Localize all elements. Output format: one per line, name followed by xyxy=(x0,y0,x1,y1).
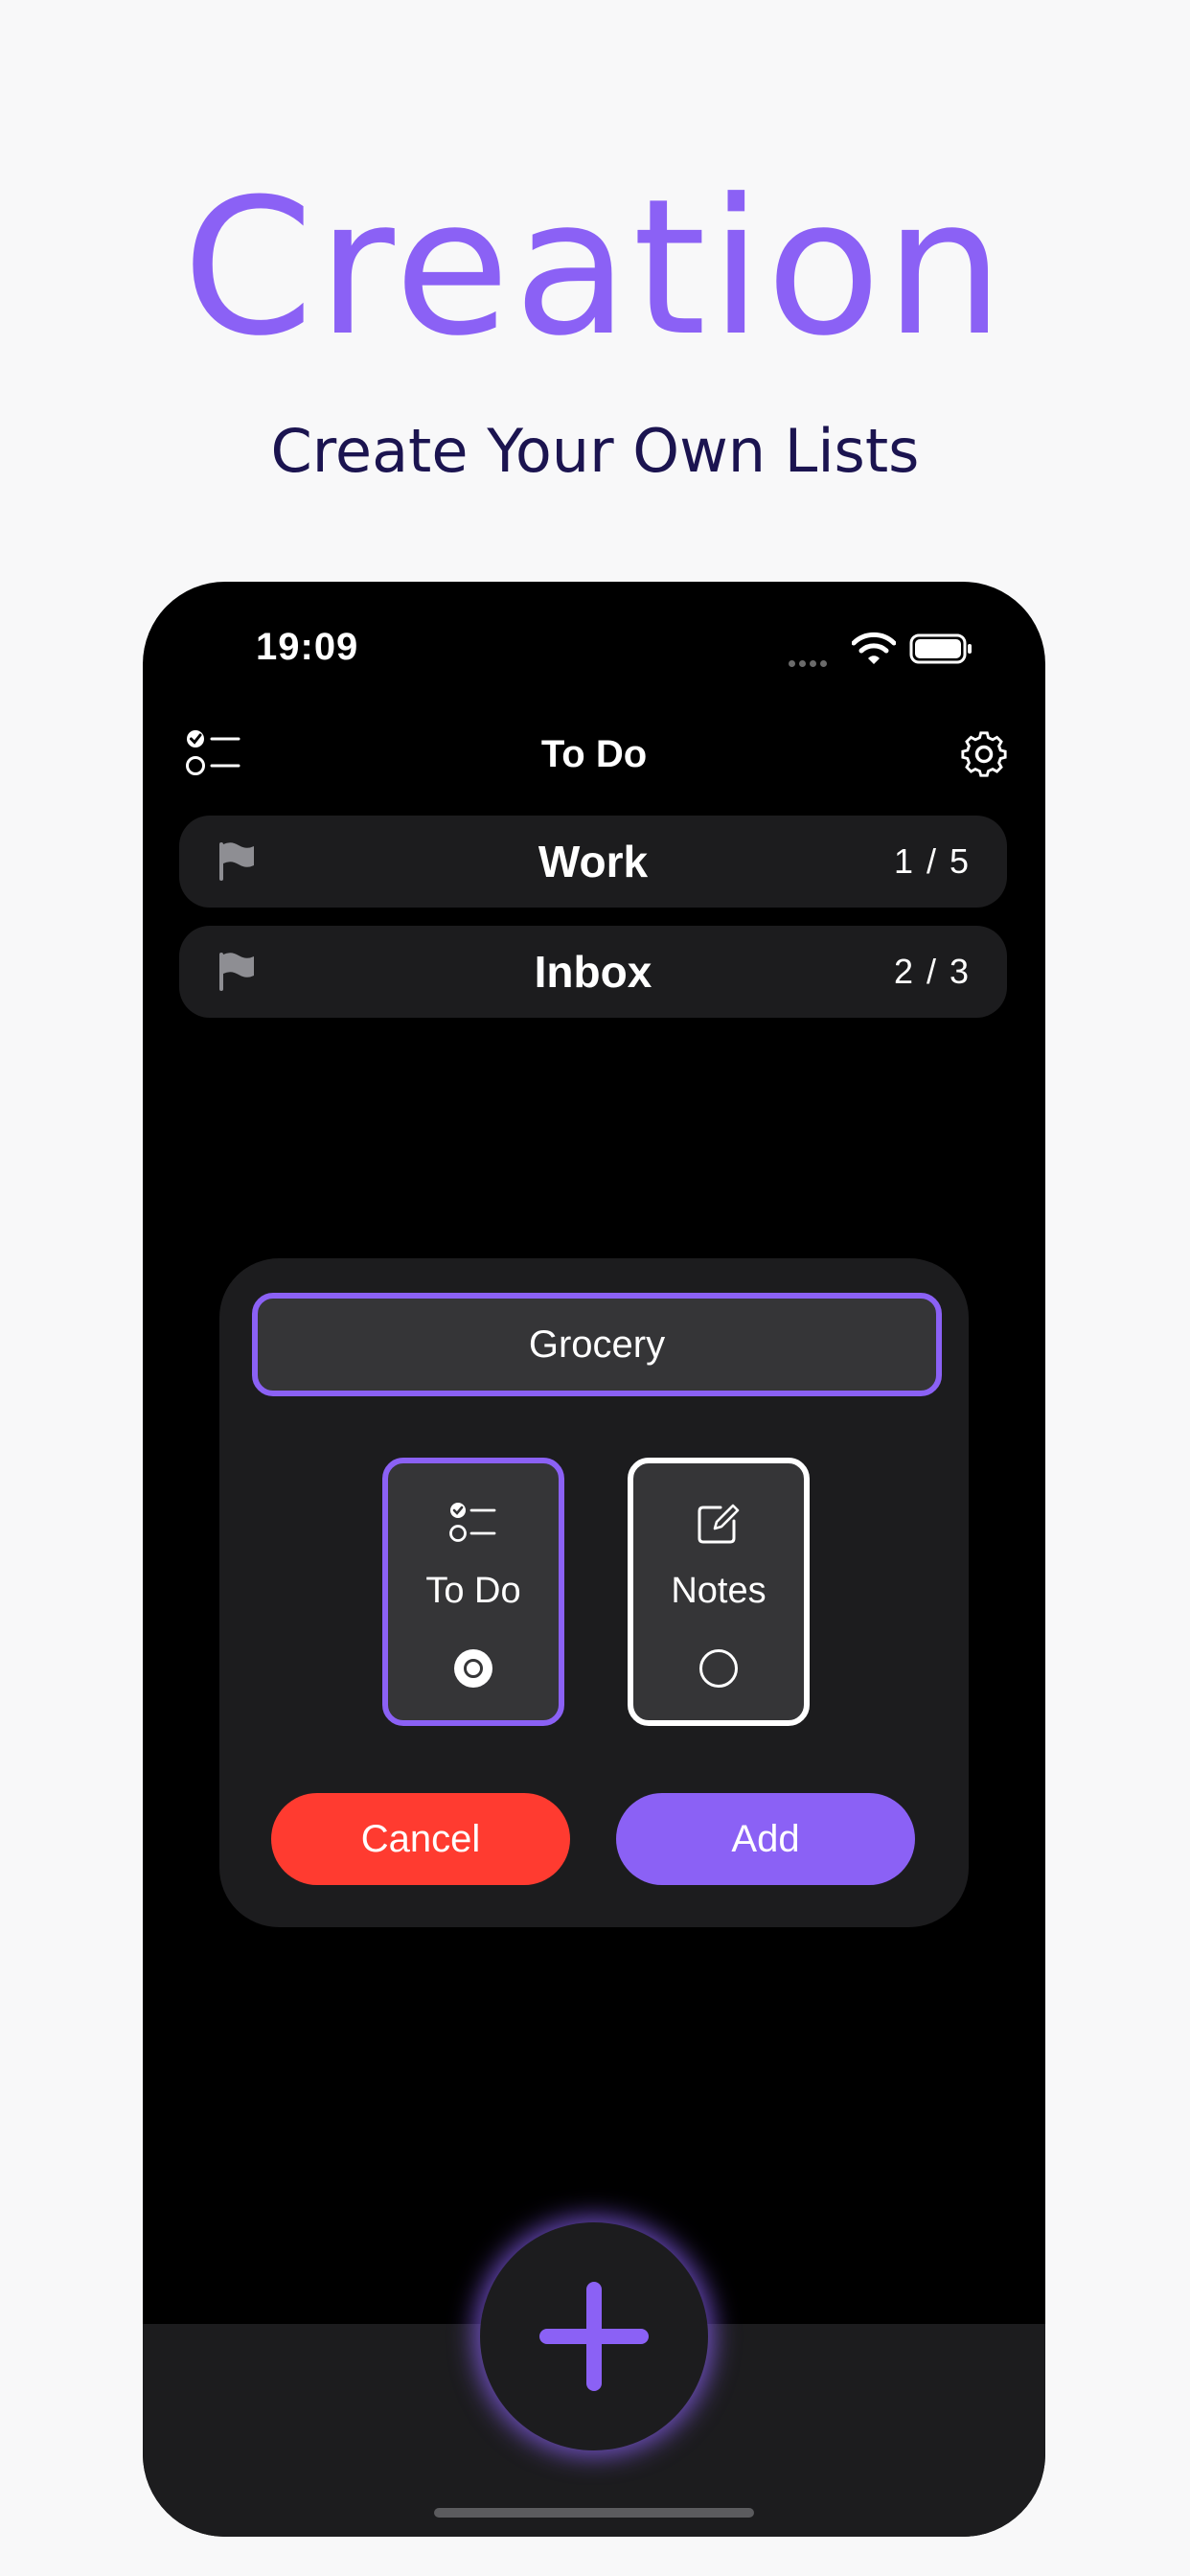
checklist-icon xyxy=(449,1503,496,1542)
home-indicator[interactable] xyxy=(434,2508,754,2518)
promo-subtitle: Create Your Own Lists xyxy=(270,416,920,486)
wifi-icon xyxy=(852,632,896,664)
plus-icon xyxy=(539,2282,649,2391)
type-option-label: To Do xyxy=(425,1571,521,1611)
battery-icon xyxy=(909,633,972,664)
gear-icon[interactable] xyxy=(957,727,1011,781)
compose-icon xyxy=(698,1504,740,1544)
radio-selected-icon[interactable] xyxy=(454,1649,492,1688)
new-list-dialog: To Do Notes Cancel Add xyxy=(219,1258,969,1927)
list-item[interactable]: Work 1 / 5 xyxy=(179,816,1007,908)
list-name: Inbox xyxy=(534,947,652,997)
promo-title: Creation xyxy=(182,159,1008,378)
list-count: 2 / 3 xyxy=(893,952,971,991)
list-name-input[interactable] xyxy=(252,1293,942,1396)
type-option-notes[interactable]: Notes xyxy=(628,1458,810,1726)
status-time: 19:09 xyxy=(256,626,359,668)
signal-dots-icon xyxy=(789,655,835,667)
cancel-button[interactable]: Cancel xyxy=(271,1793,570,1885)
add-list-button[interactable] xyxy=(480,2222,708,2450)
type-option-todo[interactable]: To Do xyxy=(382,1458,564,1726)
phone-screen: 19:09 To Do Work 1 / 5 Inbox 2 / 3 Groce… xyxy=(143,582,1045,2537)
nav-title: To Do xyxy=(540,733,648,775)
list-name: Work xyxy=(538,837,649,886)
list-count: 1 / 5 xyxy=(893,841,971,881)
add-button[interactable]: Add xyxy=(616,1793,915,1885)
type-option-label: Notes xyxy=(671,1571,767,1611)
radio-unselected-icon[interactable] xyxy=(699,1649,738,1688)
list-item[interactable]: Inbox 2 / 3 xyxy=(179,926,1007,1018)
